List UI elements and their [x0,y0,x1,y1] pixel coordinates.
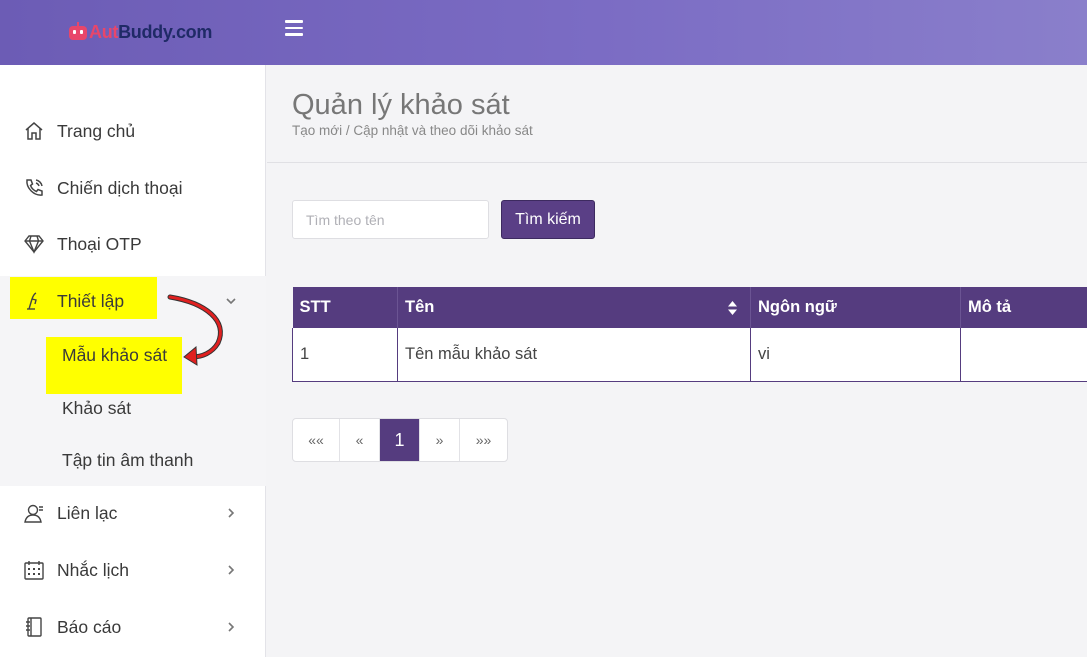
diamond-icon [24,235,44,254]
survey-template-table: STT Tên Ngôn ngữ Mô tả 1 Tên mẫu khảo sá… [292,287,1087,382]
pagination-prev-button[interactable]: « [340,419,380,461]
top-header: AutBuddy.com [0,0,1087,65]
cell-ngon-ngu: vi [750,328,961,382]
page-title: Quản lý khảo sát [292,89,510,121]
search-button[interactable]: Tìm kiếm [501,200,595,239]
sidebar-item-label: Liên lạc [57,502,118,523]
settings-icon [27,292,37,310]
column-header-ten[interactable]: Tên [397,287,751,328]
home-icon [25,122,43,140]
report-icon [26,617,42,637]
pagination: «« « 1 » »» [292,418,508,462]
brand-name: AutBuddy.com [89,22,212,43]
sidebar-subitem-khao-sat[interactable]: Khảo sát [62,398,131,419]
search-input[interactable] [292,200,489,239]
calendar-icon [24,561,44,580]
cell-stt: 1 [292,328,398,382]
page-subtitle: Tạo mới / Cập nhật và theo dõi khảo sát [292,123,533,138]
robot-logo-icon [69,22,87,40]
sidebar-item-label: Nhắc lịch [57,559,129,580]
sort-icon[interactable] [727,300,738,316]
table-row[interactable]: 1 Tên mẫu khảo sát vi [292,328,1087,382]
pagination-first-button[interactable]: «« [293,419,340,461]
sidebar-subitem-mau-khao-sat[interactable]: Mẫu khảo sát [62,345,167,366]
hamburger-icon[interactable] [285,20,303,38]
sidebar-item-nhac-lich[interactable]: Nhắc lịch [0,550,266,590]
sidebar-item-label: Chiến dịch thoại [57,177,183,198]
brand-logo[interactable]: AutBuddy.com [67,18,212,46]
chevron-right-icon [228,508,235,518]
sidebar-item-label: Thiết lập [57,290,125,311]
column-header-ngon-ngu[interactable]: Ngôn ngữ [750,287,961,328]
page-header: Quản lý khảo sát Tạo mới / Cập nhật và t… [267,65,1087,163]
table-header-row: STT Tên Ngôn ngữ Mô tả [292,287,1087,328]
brand-name-part2: Buddy.com [118,21,213,42]
main-content: Quản lý khảo sát Tạo mới / Cập nhật và t… [267,65,1087,657]
column-header-mo-ta[interactable]: Mô tả [960,287,1087,328]
sidebar-subitem-tap-tin-am-thanh[interactable]: Tập tin âm thanh [62,450,193,471]
cell-mo-ta [960,328,1087,382]
column-header-label: Tên [405,298,435,316]
chevron-right-icon [228,622,235,632]
annotation-arrow-icon [167,294,223,366]
sidebar-item-label: Thoại OTP [57,233,142,254]
sidebar-item-thoai-otp[interactable]: Thoại OTP [0,224,266,264]
sidebar-item-trang-chu[interactable]: Trang chủ [0,111,266,151]
sidebar-item-chien-dich-thoai[interactable]: Chiến dịch thoại [0,168,266,208]
sidebar-item-label: Báo cáo [57,616,122,637]
sidebar-item-lien-lac[interactable]: Liên lạc [0,493,266,533]
pagination-last-button[interactable]: »» [460,419,507,461]
sidebar-item-label: Trang chủ [57,120,136,141]
pagination-next-button[interactable]: » [420,419,460,461]
cell-ten[interactable]: Tên mẫu khảo sát [397,328,751,382]
column-header-stt[interactable]: STT [292,287,398,328]
brand-name-part1: Aut [89,21,119,42]
phone-call-icon [26,179,43,196]
sidebar: Trang chủ Chiến dịch thoại Thoại OTP Thi… [0,65,266,657]
contact-icon [24,504,43,523]
pagination-page-1[interactable]: 1 [380,419,420,461]
sidebar-item-bao-cao[interactable]: Báo cáo [0,607,266,647]
chevron-right-icon [228,565,235,575]
